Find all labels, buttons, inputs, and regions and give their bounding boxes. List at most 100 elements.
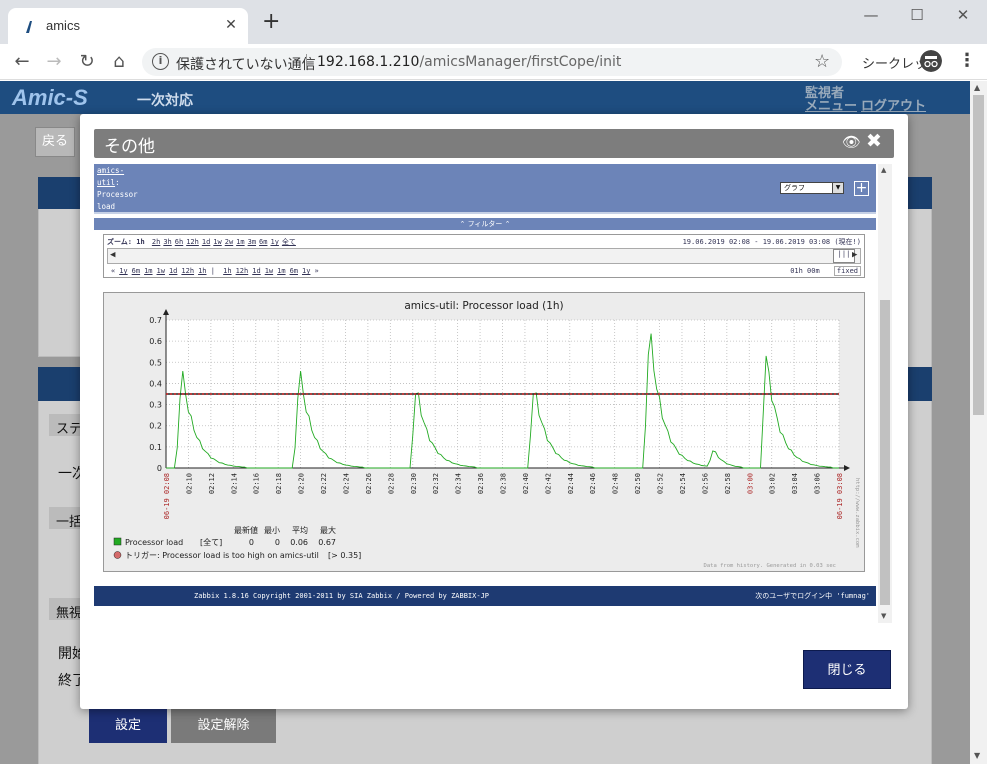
set-button[interactable]: 設定 [89,709,167,743]
legend-trigger-label: トリガー: Processor load is too high on amic… [125,550,319,560]
y-tick-label-0: 0 [157,464,162,473]
logout-link[interactable]: ログアウト [861,95,926,114]
y-tick-label-2: 0.2 [149,422,162,431]
zoom-option-9[interactable]: 6m [259,238,267,246]
zoom-option-3[interactable]: 12h [186,238,199,246]
y-tick-label-7: 0.7 [149,316,162,325]
nav-back-1[interactable]: 1y [119,267,127,275]
modal-dialog: その他 👁 ✖ amics- util: Processor load グラフ … [80,114,908,709]
tab-close-icon[interactable]: ✕ [222,16,240,34]
x-tick-label-12: 02:32 [432,473,440,494]
x-tick-label-11: 02:30 [410,473,418,494]
zoom-option-5[interactable]: 1w [213,238,221,246]
nav-back-5[interactable]: 1d [169,267,177,275]
period-row: 19.06.2019 02:08 - 19.06.2019 03:08 (現在!… [683,237,861,247]
nav-forward-1[interactable]: 12h [236,267,249,275]
x-axis-arrow [844,465,850,471]
nav-forward-2[interactable]: 1d [252,267,260,275]
unset-button[interactable]: 設定解除 [171,709,276,743]
x-tick-label-14: 02:36 [477,473,485,494]
zoom-options: 2h 3h 6h 12h 1d 1w 2w 1m 3m 6m 1y 全て [149,238,296,246]
x-tick-label-23: 02:54 [679,473,687,494]
x-tick-label-9: 02:26 [365,473,373,494]
filter-toggle[interactable]: ⌃ フィルター ⌃ [94,218,876,230]
maximize-icon[interactable]: ☐ [902,6,932,24]
nav-back-6[interactable]: 12h [181,267,194,275]
x-tick-label-21: 02:50 [634,473,642,494]
scroll-down-icon[interactable]: ▼ [974,751,980,760]
nav-back-4[interactable]: 1w [157,267,165,275]
nav-forward-0[interactable]: 1h [223,267,231,275]
window-close-icon[interactable]: ✕ [948,6,978,24]
legend-trigger-condition: [> 0.35] [328,551,361,560]
add-favorite-icon[interactable]: + [854,181,869,196]
x-tick-label-29: 03:06 [814,473,822,494]
x-tick-label-7: 02:22 [320,473,328,494]
incognito-icon[interactable] [920,50,942,72]
x-tick-label-1: 02:10 [185,473,193,494]
minimize-icon[interactable]: — [856,6,886,24]
nav-back-7[interactable]: 1h [198,267,206,275]
zoom-option-0[interactable]: 2h [152,238,160,246]
modal-scroll-up-icon[interactable]: ▲ [881,166,886,174]
menu-link[interactable]: メニュー [805,95,857,114]
reload-icon[interactable]: ↻ [75,50,99,74]
modal-scrollbar[interactable]: ▲ ▼ [878,164,892,623]
home-icon[interactable]: ⌂ [107,50,131,74]
page-scrollbar[interactable]: ▲ ▼ [970,81,987,764]
breadcrumb-host-link-2[interactable]: util [97,178,115,187]
footer-user: 次のユーザでログイン中 'fumnag' [755,592,870,600]
zoom-option-8[interactable]: 3m [248,238,256,246]
slider-right-icon[interactable]: ▶ [852,250,857,260]
zoom-option-7[interactable]: 1m [236,238,244,246]
zoom-option-4[interactable]: 1d [202,238,210,246]
nav-back-3[interactable]: 1m [144,267,152,275]
modal-header: その他 👁 ✖ [94,129,894,158]
fixed-toggle[interactable]: fixed [833,266,861,276]
breadcrumb-host-link[interactable]: amics- [97,165,138,177]
slider-left-icon[interactable]: ◀ [110,250,115,260]
view-select[interactable]: グラフ ▼ [780,182,844,194]
breadcrumb-item-2: load [97,202,116,211]
scroll-up-icon[interactable]: ▲ [974,83,980,92]
browser-tab[interactable]: amics ✕ [8,8,248,44]
nav-forward-3[interactable]: 1w [265,267,273,275]
zoom-option-2[interactable]: 6h [175,238,183,246]
x-tick-label-20: 02:48 [612,473,620,494]
zoom-row: ズーム: 1h 2h 3h 6h 12h 1d 1w 2w 1m 3m 6m 1y 全て [107,237,296,247]
zabbix-footer: Zabbix 1.8.16 Copyright 2001-2011 by SIA… [94,586,876,606]
nav-back-0[interactable]: « [111,267,115,275]
page-scrollbar-thumb[interactable] [973,95,984,415]
bookmark-star-icon[interactable]: ☆ [814,51,830,72]
y-tick-label-1: 0.1 [149,443,162,452]
back-button[interactable]: 戻る [35,127,75,157]
url-host: 192.168.1.210 [317,54,420,70]
modal-close-icon[interactable]: ✖ [866,130,882,152]
zoom-option-6[interactable]: 2w [225,238,233,246]
hide-eye-icon[interactable]: 👁 [842,133,861,151]
footer-copyright: Zabbix 1.8.16 Copyright 2001-2011 by SIA… [194,592,490,600]
close-button[interactable]: 閉じる [803,650,891,689]
nav-forward-7[interactable]: » [314,267,318,275]
x-tick-label-3: 02:14 [230,473,238,494]
forward-arrow-icon[interactable]: → [42,50,66,74]
zoom-label: ズーム: [107,238,133,246]
time-slider-track[interactable]: ◀ ||| ▶ [107,248,861,264]
back-arrow-icon[interactable]: ← [10,50,34,74]
zoom-option-11[interactable]: 全て [282,238,296,246]
nav-back-2[interactable]: 6m [132,267,140,275]
modal-scrollbar-thumb[interactable] [880,300,890,605]
info-icon[interactable]: i [152,53,169,70]
browser-menu-icon[interactable]: ⋮ [958,50,976,71]
nav-forward-5[interactable]: 6m [290,267,298,275]
zoom-option-1[interactable]: 3h [163,238,171,246]
graph-container: amics-util: Processor load (1h) 0 0.1 0.2 0.… [103,292,865,572]
nav-forward-6[interactable]: 1y [302,267,310,275]
x-tick-label-8: 02:24 [342,473,350,494]
zoom-option-10[interactable]: 1y [270,238,278,246]
address-bar[interactable]: i 保護されていない通信 192.168.1.210/amicsManager/… [142,48,842,76]
modal-scroll-down-icon[interactable]: ▼ [881,612,886,620]
x-tick-label-25: 02:58 [724,473,732,494]
nav-forward-4[interactable]: 1m [277,267,285,275]
new-tab-icon[interactable]: + [262,11,280,33]
